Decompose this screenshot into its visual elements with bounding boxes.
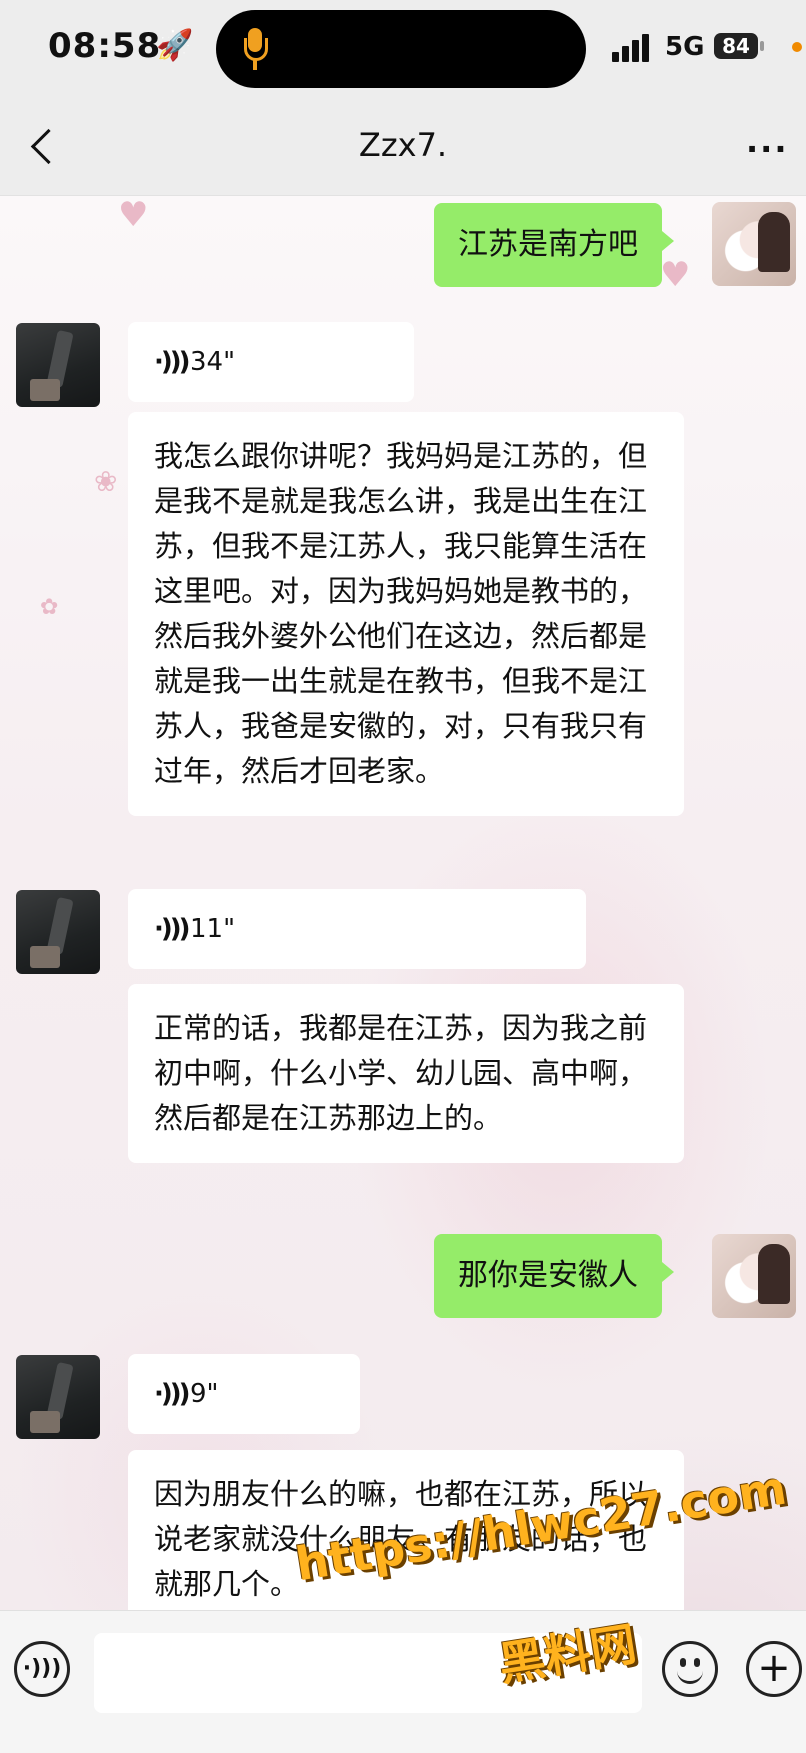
emoji-icon[interactable]	[662, 1641, 718, 1697]
battery-tip	[760, 41, 764, 51]
rocket-icon: 🚀	[156, 28, 194, 63]
voice-message-bubble[interactable]: ·)))9"	[128, 1354, 360, 1434]
my-avatar[interactable]	[712, 1234, 796, 1318]
heart-decoration-icon: ♥	[118, 195, 149, 235]
contact-avatar[interactable]	[16, 1355, 100, 1439]
voice-transcript: 正常的话，我都是在江苏，因为我之前初中啊，什么小学、幼儿园、高中啊，然后都是在江…	[128, 984, 684, 1163]
plus-icon[interactable]: +	[746, 1641, 802, 1697]
flower-decoration-icon: ✿	[40, 595, 59, 620]
paw-decoration-icon: ❀	[94, 465, 118, 498]
chat-header: Zzx7. ···	[0, 100, 806, 196]
sent-message-bubble[interactable]: 那你是安徽人	[434, 1234, 674, 1318]
microphone-icon	[244, 28, 268, 70]
voice-wave-icon: ·)))	[154, 1379, 191, 1409]
network-type: 5G	[665, 32, 705, 62]
voice-duration: 9"	[190, 1379, 219, 1409]
voice-wave-icon: ·)))	[154, 914, 191, 944]
sent-message-bubble[interactable]: 江苏是南方吧	[434, 203, 674, 287]
voice-message-bubble[interactable]: ·)))34"	[128, 322, 414, 402]
voice-duration: 11"	[190, 914, 236, 944]
voice-input-icon[interactable]: ·)))	[14, 1641, 70, 1697]
input-bar: ·))) +	[0, 1610, 806, 1753]
status-time: 08:58	[48, 26, 162, 66]
status-bar: 08:58 🚀 5G 84	[0, 0, 806, 100]
contact-avatar[interactable]	[16, 323, 100, 407]
more-icon[interactable]: ···	[746, 130, 788, 168]
signal-icon	[612, 32, 660, 62]
voice-wave-icon: ·)))	[154, 347, 191, 377]
privacy-indicator-dot	[792, 42, 802, 52]
dynamic-island	[216, 10, 586, 88]
heart-decoration-icon: ♥	[660, 255, 691, 295]
voice-message-bubble[interactable]: ·)))11"	[128, 889, 586, 969]
voice-transcript: 我怎么跟你讲呢？我妈妈是江苏的，但是我不是就是我怎么讲，我是出生在江苏，但我不是…	[128, 412, 684, 816]
battery-icon: 84	[714, 33, 758, 59]
chat-title: Zzx7.	[358, 126, 448, 164]
my-avatar[interactable]	[712, 202, 796, 286]
voice-duration: 34"	[190, 347, 236, 377]
contact-avatar[interactable]	[16, 890, 100, 974]
